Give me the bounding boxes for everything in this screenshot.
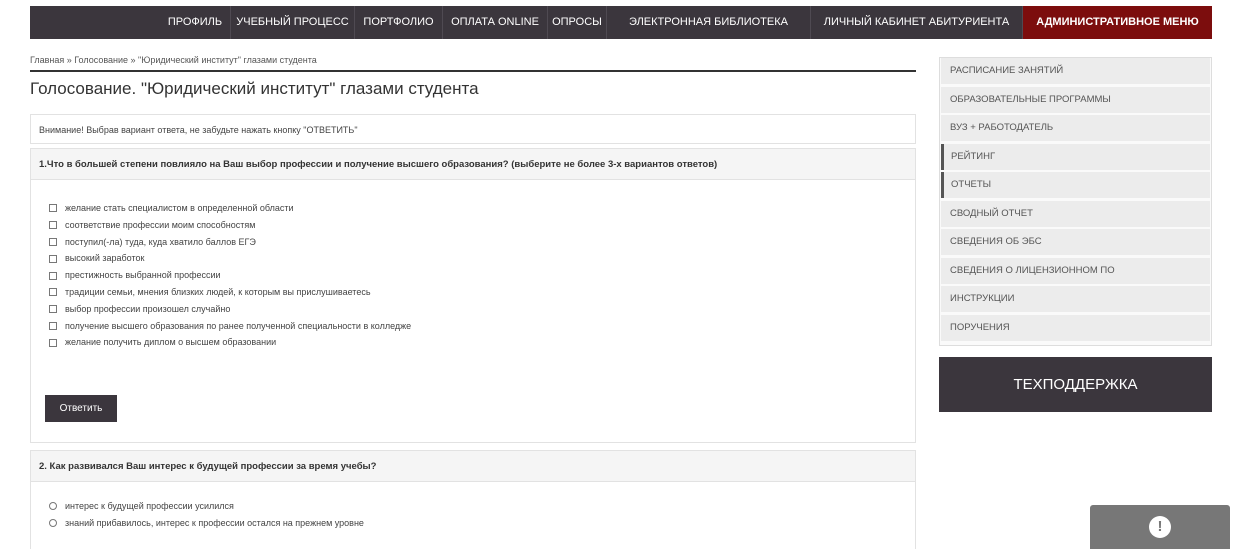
- sidebar-item-assignments[interactable]: Поручения: [941, 315, 1210, 341]
- option-label: традиции семьи, мнения близких людей, к …: [65, 286, 371, 297]
- sidebar-menu: Расписание занятий Образовательные прогр…: [939, 57, 1212, 346]
- question-panel-2: 2. Как развивался Ваш интерес к будущей …: [30, 450, 916, 549]
- option-label: желание получить диплом о высшем образов…: [65, 337, 277, 348]
- top-navigation: Профиль Учебный процесс Портфолио Оплата…: [0, 0, 1253, 45]
- breadcrumb-home[interactable]: Главная: [30, 55, 64, 65]
- option-checkbox[interactable]: высокий заработок: [49, 250, 411, 267]
- option-label: поступил(-ла) туда, куда хватило баллов …: [65, 236, 256, 247]
- alert-tab[interactable]: !: [1090, 505, 1230, 549]
- checkbox[interactable]: [49, 288, 57, 297]
- page-title: Голосование. "Юридический институт" глаз…: [30, 79, 479, 98]
- option-checkbox[interactable]: престижность выбранной профессии: [49, 267, 411, 284]
- nav-item-library[interactable]: Электронная библиотека: [607, 6, 811, 39]
- sidebar-item-ebs[interactable]: Сведения об ЭБС: [941, 229, 1210, 255]
- breadcrumb-divider: [30, 70, 916, 72]
- breadcrumb-voting[interactable]: Голосование: [74, 55, 128, 65]
- notice-text: Внимание! Выбрав вариант ответа, не забу…: [39, 125, 358, 135]
- top-nav-bar: Профиль Учебный процесс Портфолио Оплата…: [30, 6, 1212, 39]
- nav-item-surveys[interactable]: Опросы: [548, 6, 607, 39]
- sidebar-item-summary-report[interactable]: Сводный отчет: [941, 201, 1210, 227]
- option-checkbox[interactable]: соответствие профессии моим способностям: [49, 217, 411, 234]
- breadcrumb: Главная » Голосование » "Юридический инс…: [30, 55, 317, 65]
- checkbox[interactable]: [49, 321, 57, 330]
- sidebar-item-reports[interactable]: Отчеты: [941, 172, 1210, 198]
- question-panel-1: 1.Что в большей степени повлияло на Ваш …: [30, 148, 916, 443]
- option-label: получение высшего образования по ранее п…: [65, 320, 412, 331]
- sidebar-item-schedule[interactable]: Расписание занятий: [941, 58, 1210, 84]
- question-options: интерес к будущей профессии усилился зна…: [49, 498, 364, 532]
- option-label: соответствие профессии моим способностям: [65, 219, 256, 230]
- breadcrumb-separator: »: [128, 55, 139, 65]
- checkbox[interactable]: [49, 338, 57, 347]
- exclamation-icon: !: [1149, 516, 1171, 538]
- option-checkbox[interactable]: желание стать специалистом в определенно…: [49, 200, 411, 217]
- nav-item-study[interactable]: Учебный процесс: [231, 6, 355, 39]
- breadcrumb-current: "Юридический институт" глазами студента: [138, 55, 317, 65]
- checkbox[interactable]: [49, 305, 57, 314]
- sidebar-item-employer[interactable]: ВУЗ + Работодатель: [941, 115, 1210, 141]
- submit-answer-button[interactable]: Ответить: [45, 395, 117, 422]
- option-checkbox[interactable]: желание получить диплом о высшем образов…: [49, 334, 411, 351]
- checkbox[interactable]: [49, 204, 57, 213]
- checkbox[interactable]: [49, 271, 57, 280]
- option-label: знаний прибавилось, интерес к профессии …: [65, 517, 364, 528]
- nav-item-portfolio[interactable]: Портфолио: [355, 6, 443, 39]
- radio[interactable]: [49, 519, 57, 528]
- breadcrumb-separator: »: [64, 55, 75, 65]
- sidebar-item-programs[interactable]: Образовательные программы: [941, 87, 1210, 113]
- option-label: желание стать специалистом в определенно…: [65, 203, 294, 213]
- nav-item-admin-menu[interactable]: Административное меню: [1023, 6, 1212, 39]
- option-checkbox[interactable]: традиции семьи, мнения близких людей, к …: [49, 284, 411, 301]
- option-checkbox[interactable]: выбор профессии произошел случайно: [49, 301, 411, 318]
- option-checkbox[interactable]: получение высшего образования по ранее п…: [49, 318, 411, 335]
- checkbox[interactable]: [49, 237, 57, 246]
- option-radio[interactable]: знаний прибавилось, интерес к профессии …: [49, 515, 364, 532]
- radio[interactable]: [49, 502, 57, 511]
- question-title: 2. Как развивался Ваш интерес к будущей …: [31, 451, 915, 482]
- option-label: высокий заработок: [65, 253, 145, 264]
- tech-support-button[interactable]: Техподдержка: [939, 357, 1212, 412]
- notice-box: Внимание! Выбрав вариант ответа, не забу…: [30, 114, 916, 144]
- option-label: выбор профессии произошел случайно: [65, 303, 231, 314]
- option-checkbox[interactable]: поступил(-ла) туда, куда хватило баллов …: [49, 234, 411, 251]
- checkbox[interactable]: [49, 254, 57, 263]
- nav-item-profile[interactable]: Профиль: [160, 6, 231, 39]
- sidebar-item-licensed-software[interactable]: Сведения о лицензионном ПО: [941, 258, 1210, 284]
- sidebar-item-instructions[interactable]: Инструкции: [941, 286, 1210, 312]
- question-options: желание стать специалистом в определенно…: [49, 200, 411, 351]
- option-label: престижность выбранной профессии: [65, 270, 221, 281]
- checkbox[interactable]: [49, 221, 57, 230]
- nav-item-applicant[interactable]: Личный кабинет абитуриента: [811, 6, 1023, 39]
- option-radio[interactable]: интерес к будущей профессии усилился: [49, 498, 364, 515]
- nav-item-payment[interactable]: Оплата online: [443, 6, 548, 39]
- sidebar-item-rating[interactable]: Рейтинг: [941, 144, 1210, 170]
- question-title: 1.Что в большей степени повлияло на Ваш …: [31, 149, 915, 180]
- option-label: интерес к будущей профессии усилился: [65, 501, 234, 511]
